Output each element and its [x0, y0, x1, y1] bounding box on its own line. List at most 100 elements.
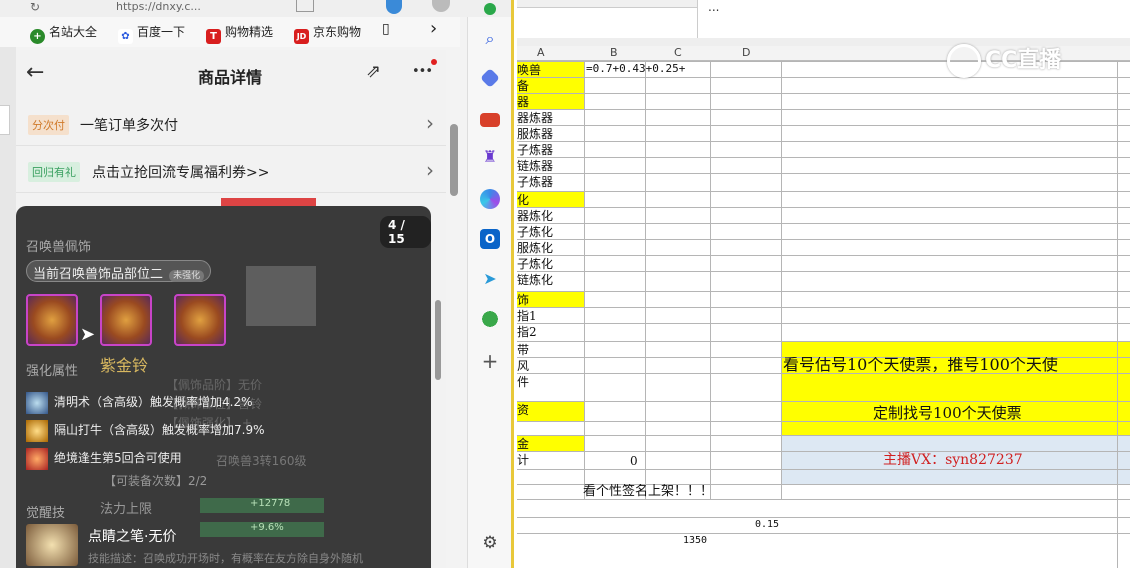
- more-options-icon[interactable]: •••: [412, 64, 433, 79]
- skill-icon: [26, 447, 48, 470]
- profile-avatar[interactable]: [432, 0, 450, 12]
- bookmark-shop[interactable]: T 购物精选: [206, 23, 273, 44]
- grid-hline: [517, 401, 1130, 402]
- cell-grid[interactable]: =0.7+0.43+0.25+ 唤兽备器器炼器 服炼器 子炼器 链炼器 子炼器化器炼化子…: [517, 61, 1130, 568]
- grid-vline: [781, 61, 782, 499]
- col-a-cell[interactable]: 资: [517, 402, 583, 418]
- grid-hline: [517, 469, 1130, 470]
- col-a-cell[interactable]: 器炼化: [517, 208, 583, 224]
- tag-icon[interactable]: [480, 68, 500, 88]
- watermark-logo: CC直播: [947, 42, 1061, 82]
- grid-hline: [517, 323, 1130, 324]
- chess-icon[interactable]: ♜: [480, 147, 500, 167]
- col-a-cell[interactable]: 唤兽: [517, 62, 583, 78]
- bookmark-jd[interactable]: JD 京东购物: [294, 23, 361, 44]
- formula-bar[interactable]: ...: [697, 0, 1117, 38]
- installment-row[interactable]: 分次付 一笔订单多次付 ›: [16, 102, 446, 146]
- grid-hline: [517, 451, 1130, 452]
- return-gift-tag: 回归有礼: [28, 162, 80, 182]
- note-cell[interactable]: 看个性签名上架！！！: [583, 484, 713, 500]
- accessory-slot-2[interactable]: [100, 294, 152, 346]
- col-a-cell[interactable]: 链炼器: [517, 158, 583, 174]
- skill-icon: [26, 419, 48, 442]
- chevron-right-icon: ›: [426, 158, 434, 182]
- grid-hline: [517, 291, 1130, 292]
- status-icon[interactable]: [484, 3, 496, 15]
- scroll-thumb[interactable]: [435, 300, 441, 380]
- value-cell-c[interactable]: 1350: [683, 533, 707, 549]
- t-shop-icon: T: [206, 29, 221, 44]
- col-a-cell[interactable]: 带: [517, 342, 583, 358]
- plus-icon[interactable]: +: [480, 351, 500, 371]
- outlook-icon[interactable]: O: [480, 229, 500, 249]
- bookmark-site-nav[interactable]: + 名站大全: [30, 23, 97, 44]
- col-a-cell[interactable]: 器: [517, 94, 583, 110]
- tab-icon[interactable]: [296, 0, 314, 12]
- formula-cell[interactable]: =0.7+0.43+0.25+: [586, 61, 726, 77]
- accessory-slot-3[interactable]: [174, 294, 226, 346]
- grid-hline: [517, 307, 1130, 308]
- return-gift-text: 点击立抢回流专属福利券>>: [92, 165, 270, 181]
- doc-icon[interactable]: ▯: [382, 21, 390, 37]
- grid-hline: [517, 239, 1130, 240]
- bookmarks-more-icon[interactable]: ›: [430, 18, 437, 39]
- col-a-cell[interactable]: 饰: [517, 292, 583, 308]
- col-a-cell[interactable]: 风: [517, 358, 583, 374]
- settings-icon[interactable]: ⚙: [480, 533, 500, 553]
- refresh-icon[interactable]: ↻: [30, 0, 40, 14]
- return-gift-row[interactable]: 回归有礼 点击立抢回流专属福利券>> ›: [16, 149, 446, 193]
- page-header: ← 商品详情 ⇗ •••: [16, 50, 446, 100]
- col-a-cell[interactable]: 指1: [517, 308, 583, 324]
- col-a-cell[interactable]: 金: [517, 436, 583, 452]
- col-header-b[interactable]: B: [610, 46, 618, 59]
- bookmarks-bar: + 名站大全 ✿ 百度一下 T 购物精选 JD 京东购物 ▯ ›: [0, 17, 460, 47]
- mana-bar: +12778: [200, 498, 324, 513]
- col-a-cell[interactable]: 链炼化: [517, 272, 583, 288]
- search-icon[interactable]: ⌕: [480, 29, 500, 49]
- page-scrollbar[interactable]: [450, 124, 458, 196]
- jd-icon: JD: [294, 29, 309, 44]
- col-a-cell[interactable]: 器炼器: [517, 110, 583, 126]
- col-a-cell[interactable]: 子炼器: [517, 142, 583, 158]
- col-a-cell[interactable]: 备: [517, 78, 583, 94]
- promo-text-1: 看号估号10个天使票，推号100个天使: [783, 357, 1058, 373]
- name-box[interactable]: [517, 0, 697, 8]
- briefcase-icon[interactable]: [480, 113, 500, 127]
- url-text[interactable]: https://dnxy.c...: [116, 0, 201, 13]
- notification-dot: [431, 59, 437, 65]
- slot-selector[interactable]: 当前召唤兽饰品部位二 未强化: [26, 260, 212, 282]
- item-name: 紫金铃: [100, 356, 149, 375]
- grid-hline: [517, 173, 1130, 174]
- col-a-cell[interactable]: 子炼器: [517, 174, 583, 190]
- total-cell[interactable]: 0: [630, 453, 638, 469]
- promo-text-2: 定制找号100个天使票: [873, 405, 1022, 421]
- send-icon[interactable]: ➤: [480, 269, 500, 289]
- bookmark-baidu[interactable]: ✿ 百度一下: [118, 23, 185, 44]
- col-a-cell[interactable]: 服炼器: [517, 126, 583, 142]
- value-cell-d[interactable]: 0.15: [755, 517, 779, 533]
- collapsed-panel-handle[interactable]: [0, 105, 10, 135]
- grid-hline: [517, 373, 1130, 374]
- col-a-cell[interactable]: 化: [517, 192, 583, 208]
- col-a-cell[interactable]: 指2: [517, 324, 583, 340]
- tree-icon[interactable]: [480, 309, 500, 329]
- copilot-icon[interactable]: [480, 189, 500, 209]
- accessory-slot-1[interactable]: [26, 294, 78, 346]
- grid-hline: [517, 435, 1130, 436]
- col-header-a[interactable]: A: [537, 46, 545, 59]
- installment-text: 一笔订单多次付: [80, 118, 178, 134]
- col-header-d[interactable]: D: [742, 46, 750, 59]
- col-a-cell[interactable]: 计: [517, 452, 583, 468]
- grid-vline: [710, 61, 711, 499]
- left-panel-strip: [0, 47, 16, 568]
- col-a-cell[interactable]: 子炼化: [517, 224, 583, 240]
- col-a-cell[interactable]: 子炼化: [517, 256, 583, 272]
- share-icon[interactable]: ⇗: [366, 61, 381, 82]
- col-header-c[interactable]: C: [674, 46, 682, 59]
- back-arrow-icon[interactable]: ←: [26, 60, 44, 85]
- address-bar[interactable]: ↻ https://dnxy.c...: [0, 0, 511, 17]
- browser-window: ↻ https://dnxy.c... + 名站大全 ✿ 百度一下 T 购物精选 JD…: [0, 0, 514, 568]
- col-a-cell[interactable]: 服炼化: [517, 240, 583, 256]
- col-a-cell[interactable]: 件: [517, 374, 583, 390]
- edge-icon[interactable]: [386, 0, 402, 14]
